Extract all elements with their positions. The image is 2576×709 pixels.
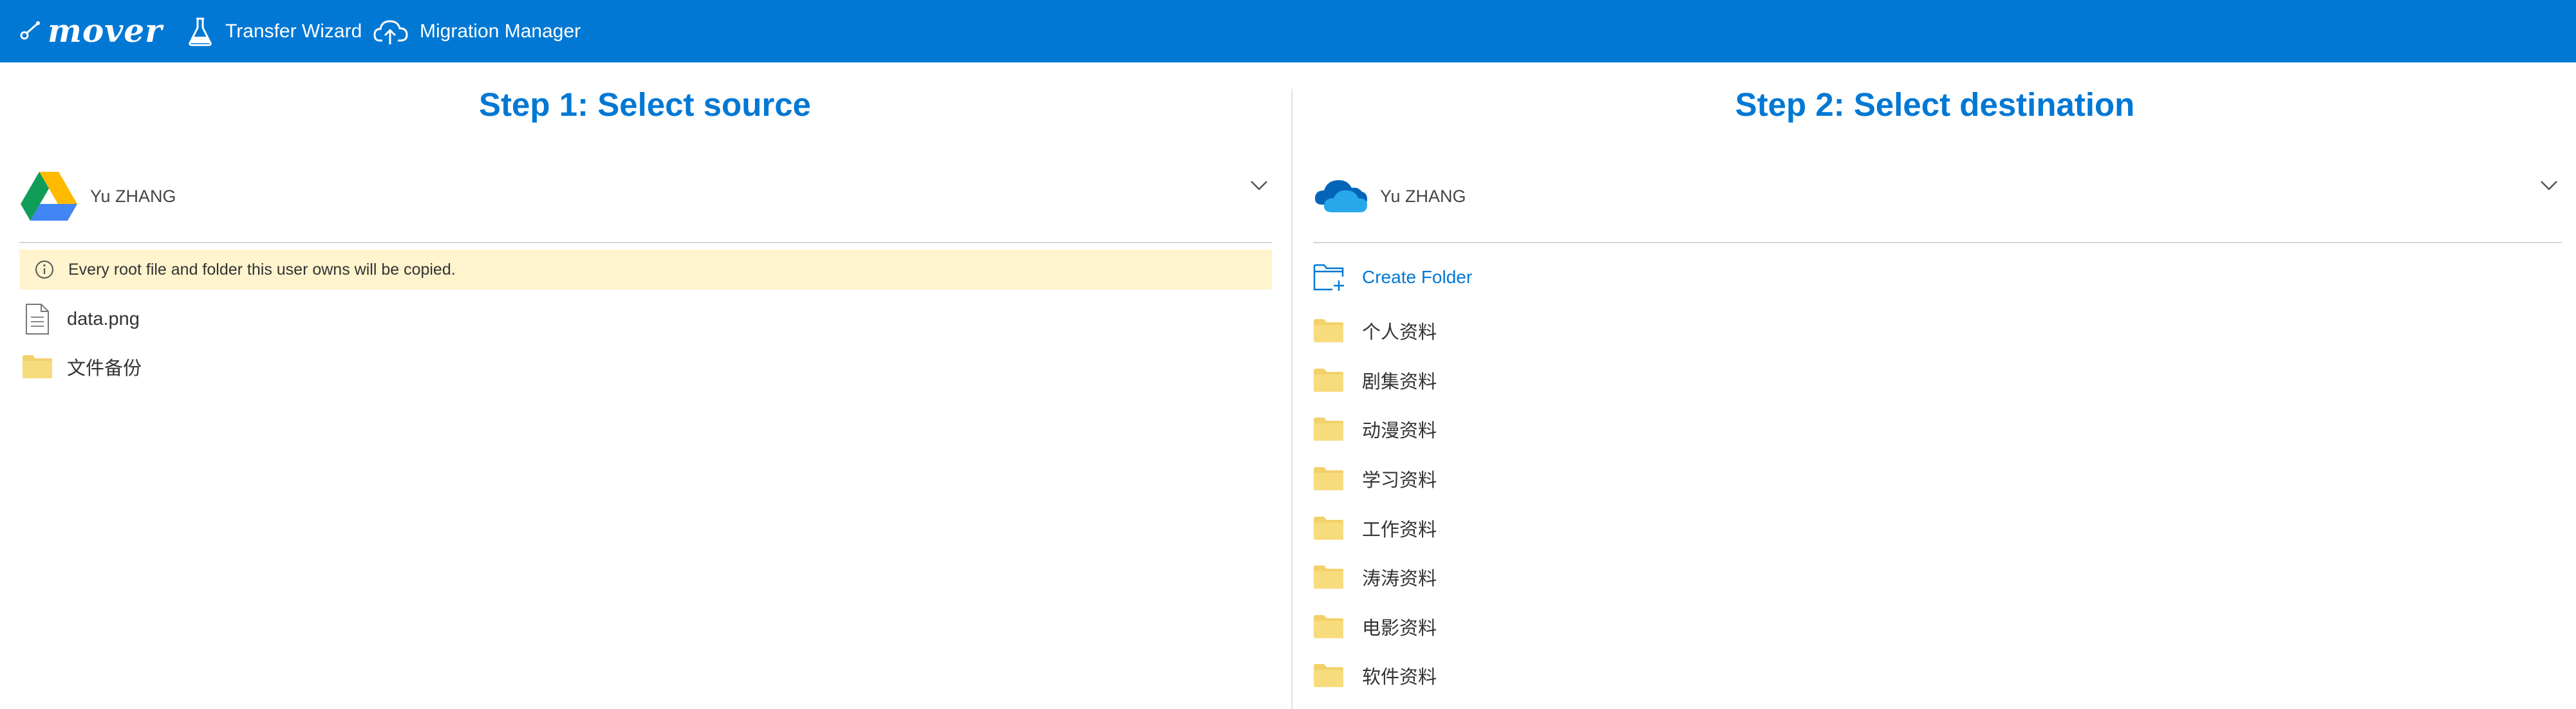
logo-text: mover bbox=[48, 11, 163, 50]
source-step-title: Step 1: Select source bbox=[479, 86, 811, 123]
new-folder-icon bbox=[1313, 264, 1344, 291]
source-item-file[interactable]: data.png bbox=[22, 300, 140, 338]
create-folder-button[interactable]: Create Folder bbox=[1313, 257, 1472, 297]
folder-icon bbox=[22, 351, 53, 382]
destination-account-selector[interactable]: Yu ZHANG bbox=[1313, 154, 2562, 238]
nav-migration-manager[interactable]: Migration Manager bbox=[373, 0, 581, 62]
destination-folder-item[interactable]: 动漫资料 bbox=[1313, 405, 2562, 454]
destination-folder-item[interactable]: 个人资料 bbox=[1313, 306, 2562, 356]
folder-icon bbox=[1313, 611, 1347, 642]
folder-icon bbox=[1313, 315, 1347, 346]
destination-folder-list: 个人资料 剧集资料 动漫资料 学习资料 工作资料 涛涛资料 电影资料 软件资料 bbox=[1313, 306, 2562, 701]
destination-step-title: Step 2: Select destination bbox=[1735, 86, 2135, 123]
folder-icon bbox=[1313, 414, 1347, 445]
chevron-down-icon[interactable] bbox=[1246, 172, 1272, 198]
source-separator bbox=[19, 242, 1272, 243]
nav-transfer-wizard-label: Transfer Wizard bbox=[225, 20, 362, 42]
folder-icon bbox=[1313, 562, 1347, 593]
source-account-name: Yu ZHANG bbox=[90, 186, 176, 206]
info-notice: Every root file and folder this user own… bbox=[19, 250, 1272, 290]
info-icon bbox=[35, 261, 53, 279]
folder-icon bbox=[1313, 365, 1347, 396]
folder-label: 动漫资料 bbox=[1362, 421, 1437, 442]
file-icon bbox=[22, 304, 53, 335]
info-notice-text: Every root file and folder this user own… bbox=[68, 260, 456, 279]
folder-label: 个人资料 bbox=[1362, 322, 1437, 344]
folder-label: 剧集资料 bbox=[1362, 371, 1437, 392]
source-item-label: 文件备份 bbox=[67, 358, 142, 379]
folder-icon bbox=[1313, 463, 1347, 494]
folder-icon bbox=[1313, 660, 1347, 691]
google-drive-icon bbox=[21, 172, 77, 221]
source-account-selector[interactable]: Yu ZHANG bbox=[19, 154, 1272, 238]
destination-folder-item[interactable]: 剧集资料 bbox=[1313, 356, 2562, 405]
folder-label: 学习资料 bbox=[1362, 470, 1437, 492]
destination-folder-item[interactable]: 电影资料 bbox=[1313, 602, 2562, 652]
onedrive-icon bbox=[1314, 180, 1367, 212]
nav-transfer-wizard[interactable]: Transfer Wizard bbox=[187, 0, 362, 62]
folder-label: 涛涛资料 bbox=[1362, 569, 1437, 590]
destination-account-name: Yu ZHANG bbox=[1380, 186, 1466, 206]
create-folder-label: Create Folder bbox=[1362, 267, 1473, 287]
pane-divider bbox=[1291, 89, 1293, 709]
cloud-upload-icon bbox=[373, 19, 408, 44]
destination-folder-item[interactable]: 涛涛资料 bbox=[1313, 553, 2562, 602]
folder-label: 软件资料 bbox=[1362, 667, 1437, 688]
top-nav-bar: mover Transfer Wizard Migration Manager bbox=[0, 0, 2576, 62]
mover-logo[interactable]: mover bbox=[18, 9, 162, 51]
flask-icon bbox=[189, 17, 212, 46]
folder-label: 工作资料 bbox=[1362, 519, 1437, 540]
mover-logo-icon bbox=[20, 21, 40, 40]
folder-label: 电影资料 bbox=[1362, 618, 1437, 639]
destination-separator bbox=[1313, 242, 2562, 243]
destination-folder-item[interactable]: 工作资料 bbox=[1313, 503, 2562, 553]
nav-migration-manager-label: Migration Manager bbox=[420, 20, 581, 42]
chevron-down-icon[interactable] bbox=[2536, 172, 2562, 198]
destination-folder-item[interactable]: 软件资料 bbox=[1313, 651, 2562, 701]
folder-icon bbox=[1313, 513, 1347, 544]
source-item-label: data.png bbox=[67, 308, 140, 329]
source-item-folder[interactable]: 文件备份 bbox=[22, 347, 142, 386]
destination-folder-item[interactable]: 学习资料 bbox=[1313, 454, 2562, 504]
